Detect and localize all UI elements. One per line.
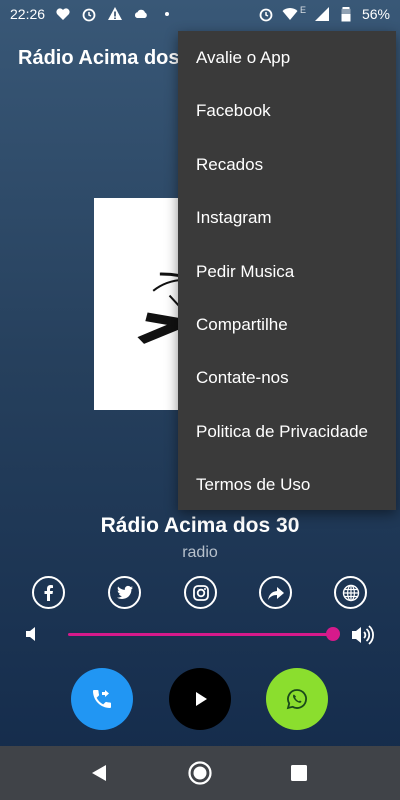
home-icon (188, 761, 212, 785)
status-bar-right: E 56% (258, 5, 390, 22)
menu-item-terms[interactable]: Termos de Uso (196, 475, 310, 495)
phone-forward-icon (93, 690, 111, 708)
instagram-button[interactable] (184, 576, 217, 609)
play-button[interactable] (169, 668, 231, 730)
call-button[interactable] (71, 668, 133, 730)
clock: 22:26 (10, 6, 46, 22)
warning-icon (107, 6, 123, 22)
status-bar-left: 22:26 (10, 6, 175, 22)
battery-percent: 56% (361, 6, 390, 22)
menu-item-instagram[interactable]: Instagram (196, 208, 272, 228)
twitter-button[interactable] (108, 576, 141, 609)
volume-high-icon[interactable] (350, 624, 376, 646)
alarm-icon (81, 6, 97, 22)
volume-thumb[interactable] (326, 627, 340, 641)
wifi-icon (282, 6, 298, 22)
share-icon (267, 586, 284, 600)
alarm-icon (258, 6, 274, 22)
menu-item-contact[interactable]: Contate-nos (196, 368, 289, 388)
facebook-icon (44, 584, 53, 601)
volume-low-icon[interactable] (23, 625, 41, 643)
volume-track (68, 633, 333, 636)
social-links (0, 576, 400, 612)
whatsapp-button[interactable] (266, 668, 328, 730)
instagram-icon (192, 584, 209, 601)
recents-icon (291, 765, 307, 781)
dot-icon (159, 6, 175, 22)
station-name: Rádio Acima dos 30 (100, 514, 300, 537)
status-bar: 22:26 E 56% (0, 0, 400, 30)
overflow-menu: Avalie o App Facebook Recados Instagram … (178, 31, 396, 510)
station-subtitle: radio (182, 544, 218, 561)
back-icon (92, 765, 106, 781)
menu-item-messages[interactable]: Recados (196, 155, 263, 175)
recents-button[interactable] (286, 760, 312, 786)
cloud-icon (133, 6, 149, 22)
facebook-button[interactable] (32, 576, 65, 609)
home-button[interactable] (187, 760, 213, 786)
heart-monitor-icon (55, 6, 71, 22)
play-icon (196, 692, 207, 706)
system-nav-bar (0, 746, 400, 800)
battery-icon (338, 6, 354, 22)
network-type: E (299, 5, 306, 15)
twitter-icon (116, 585, 133, 599)
menu-item-facebook[interactable]: Facebook (196, 101, 271, 121)
whatsapp-icon (286, 689, 307, 710)
volume-slider[interactable] (68, 627, 340, 641)
menu-item-share[interactable]: Compartilhe (196, 315, 288, 335)
menu-item-privacy-policy[interactable]: Politica de Privacidade (196, 422, 368, 442)
back-button[interactable] (87, 760, 113, 786)
signal-icon (314, 6, 330, 22)
share-button[interactable] (259, 576, 292, 609)
menu-item-request-song[interactable]: Pedir Musica (196, 262, 294, 282)
globe-icon (342, 584, 359, 601)
website-button[interactable] (334, 576, 367, 609)
menu-item-rate-app[interactable]: Avalie o App (196, 48, 290, 68)
